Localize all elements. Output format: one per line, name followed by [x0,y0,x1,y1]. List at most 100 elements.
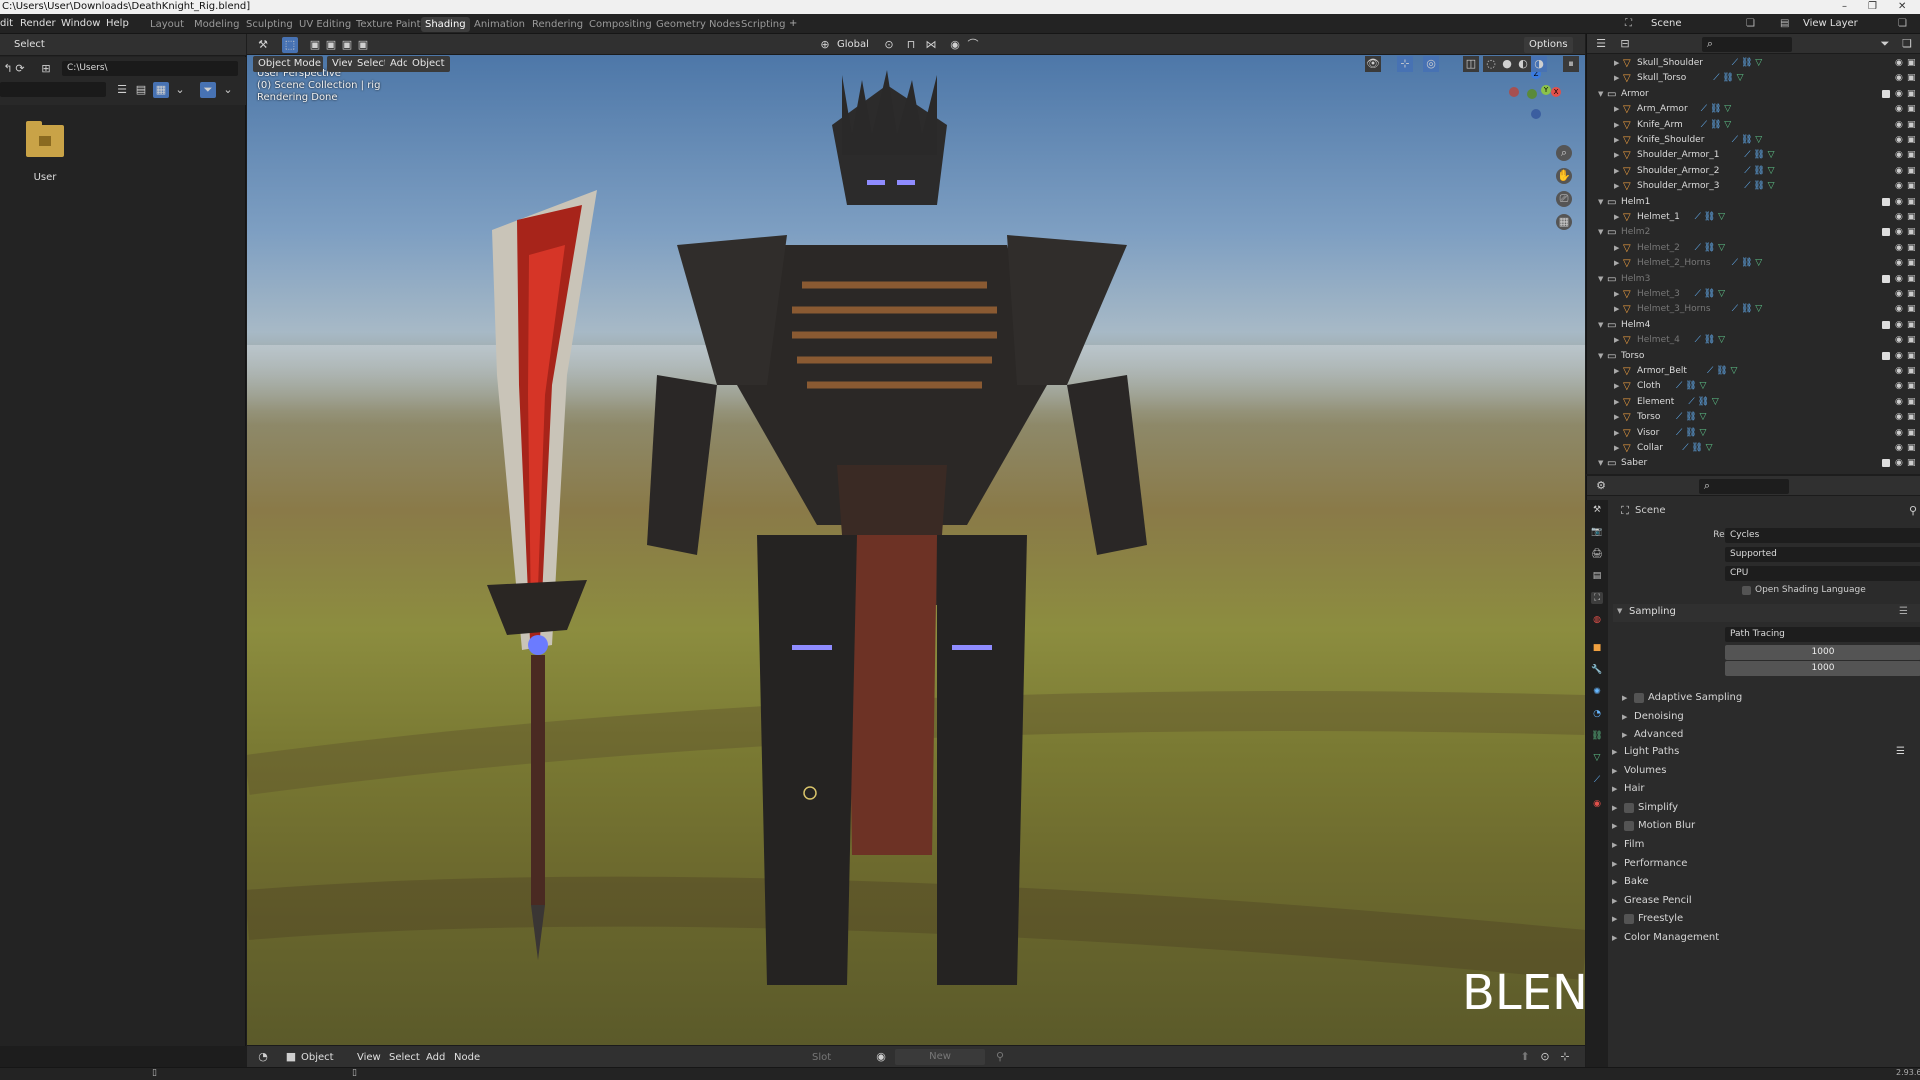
pause-render-icon[interactable]: ⏸ [1563,56,1579,72]
close-icon[interactable]: ✕ [1898,0,1906,14]
outliner-object-row[interactable]: ▶ ▽ Helmet_3 ⟋ ⛓ ▽ ◉ ▣ [1587,287,1920,302]
modifier-icons[interactable]: ⟋ ⛓ ▽ [1732,56,1762,71]
camera-render-icon[interactable]: ▣ [1907,318,1916,333]
expand-toggle-icon[interactable]: ▶ [1614,179,1619,194]
camera-render-icon[interactable]: ▣ [1907,364,1916,379]
proportional-edit-icon[interactable]: ◉ [947,37,963,53]
data-tab-icon[interactable]: ▽ [1591,752,1603,764]
filter-dropdown-icon[interactable]: ⌄ [220,82,236,98]
sampling-subpanel[interactable]: ▶ Advanced [1622,726,1920,744]
properties-subpanel[interactable]: ▶ Hair [1612,780,1920,798]
collection-exclude-checkbox[interactable] [1882,320,1890,329]
panel-enable-checkbox[interactable] [1624,821,1634,832]
snap-target-icon[interactable]: ⋈ [923,37,939,53]
camera-view-icon[interactable]: ⎚ [1556,191,1572,207]
overlay-toggle-icon[interactable]: ◎ [1423,56,1439,72]
camera-render-icon[interactable]: ▣ [1907,102,1916,117]
properties-subpanel[interactable]: ▶ Color Management [1612,929,1920,947]
outliner-object-row[interactable]: ▶ ▽ Shoulder_Armor_1 ⟋ ⛓ ▽ ◉ ▣ [1587,148,1920,163]
render-engine-dropdown[interactable]: Cycles [1725,528,1920,543]
camera-render-icon[interactable]: ▣ [1907,379,1916,394]
eye-icon[interactable]: ◉ [1895,410,1903,425]
modifier-icons[interactable]: ⟋ ⛓ ▽ [1744,148,1774,163]
camera-render-icon[interactable]: ▣ [1907,148,1916,163]
pivot-icon[interactable]: ⊙ [881,37,897,53]
new-scene-icon[interactable]: ❏ [1746,17,1755,31]
camera-render-icon[interactable]: ▣ [1907,333,1916,348]
viewport-samples-field[interactable]: 1000 [1725,661,1920,676]
properties-editor-icon[interactable]: ⚙ [1593,478,1609,494]
eye-icon[interactable]: ◉ [1895,133,1903,148]
collection-exclude-checkbox[interactable] [1882,89,1890,98]
expand-toggle-icon[interactable]: ▶ [1614,256,1619,271]
eye-icon[interactable]: ◉ [1895,118,1903,133]
outliner-object-row[interactable]: ▶ ▽ Visor ⟋ ⛓ ▽ ◉ ▣ [1587,426,1920,441]
modifier-icons[interactable]: ⟋ ⛓ ▽ [1732,302,1762,317]
expand-toggle-icon[interactable]: ▼ [1598,225,1603,240]
world-tab-icon[interactable]: ◍ [1591,614,1603,626]
panel-enable-checkbox[interactable] [1624,802,1634,813]
expand-toggle-icon[interactable]: ▶ [1614,441,1619,456]
expand-toggle-icon[interactable]: ▼ [1598,349,1603,364]
editor-type-icon[interactable]: ⚒ [255,37,271,53]
expand-toggle-icon[interactable]: ▼ [1598,87,1603,102]
collection-exclude-checkbox[interactable] [1882,228,1890,237]
tab-compositing[interactable]: Compositing [585,17,656,32]
object-mode-dropdown[interactable]: Object Mode [253,56,323,72]
select-subtract-icon[interactable]: ▣ [339,37,355,53]
outliner-object-row[interactable]: ▶ ▽ Skull_Torso ⟋ ⛓ ▽ ◉ ▣ [1587,71,1920,86]
maximize-icon[interactable]: ❐ [1868,0,1877,14]
outliner-object-row[interactable]: ▶ ▽ Helmet_2_Horns ⟋ ⛓ ▽ ◉ ▣ [1587,256,1920,271]
camera-render-icon[interactable]: ▣ [1907,179,1916,194]
expand-toggle-icon[interactable]: ▶ [1614,287,1619,302]
outliner-collection-row[interactable]: ▼ ▭ Saber ◉ ▣ [1587,456,1920,471]
expand-toggle-icon[interactable]: ▶ [1614,410,1619,425]
outliner-object-row[interactable]: ▶ ▽ Shoulder_Armor_3 ⟋ ⛓ ▽ ◉ ▣ [1587,179,1920,194]
modifier-icons[interactable]: ⟋ ⛓ ▽ [1688,395,1718,410]
solid-shading-icon[interactable]: ● [1499,56,1515,72]
overlay-node-icon[interactable]: ⊹ [1557,1049,1573,1065]
outliner-object-row[interactable]: ▶ ▽ Knife_Shoulder ⟋ ⛓ ▽ ◉ ▣ [1587,133,1920,148]
shader-editor-type-icon[interactable]: ◔ [255,1049,271,1065]
expand-toggle-icon[interactable]: ▶ [1614,133,1619,148]
expand-toggle-icon[interactable]: ▼ [1598,318,1603,333]
modifier-tab-icon[interactable]: 🔧 [1591,664,1603,676]
modifier-icons[interactable]: ⟋ ⛓ ▽ [1732,133,1762,148]
expand-toggle-icon[interactable]: ▶ [1614,302,1619,317]
eye-icon[interactable]: ◉ [1895,333,1903,348]
eye-icon[interactable]: ◉ [1895,179,1903,194]
eye-icon[interactable]: ◉ [1895,426,1903,441]
eye-icon[interactable]: ◉ [1895,164,1903,179]
eye-icon[interactable]: ◉ [1895,349,1903,364]
minimize-icon[interactable]: – [1842,0,1847,14]
eye-icon[interactable]: ◉ [1895,195,1903,210]
outliner-collection-row[interactable]: ▼ ▭ Helm2 ◉ ▣ [1587,225,1920,240]
collection-exclude-checkbox[interactable] [1882,197,1890,206]
file-filter-input[interactable] [0,82,106,97]
shader-menu-add[interactable]: Add [426,1051,445,1065]
select-extend-icon[interactable]: ▣ [323,37,339,53]
scene-name[interactable]: Scene [1651,17,1682,31]
view-layer-tab-icon[interactable]: ▤ [1591,570,1603,582]
camera-render-icon[interactable]: ▣ [1907,133,1916,148]
grid-view-icon[interactable]: ▦ [153,82,169,98]
tab-sculpting[interactable]: Sculpting [242,17,297,32]
outliner-object-row[interactable]: ▶ ▽ Helmet_2 ⟋ ⛓ ▽ ◉ ▣ [1587,241,1920,256]
falloff-icon[interactable]: ⌒ [965,37,981,53]
outliner-collection-row[interactable]: ▼ ▭ Torso ◉ ▣ [1587,349,1920,364]
xray-icon[interactable]: ◫ [1463,56,1479,72]
outliner-filter-icon[interactable]: ⏷ [1877,36,1893,52]
eye-icon[interactable]: ◉ [1895,148,1903,163]
rendered-shading-icon[interactable]: ◑ [1531,56,1547,72]
thumb-list-icon[interactable]: ▤ [133,82,149,98]
camera-render-icon[interactable]: ▣ [1907,410,1916,425]
pin-icon[interactable]: ⚲ [1905,503,1920,519]
menu-render[interactable]: Render [20,17,56,31]
navigation-gizmo[interactable]: Z Y X [1505,67,1565,127]
list-view-icon[interactable]: ☰ [114,82,130,98]
folder-icon[interactable] [26,121,64,157]
properties-subpanel[interactable]: ▶ Freestyle [1612,910,1920,928]
outliner-object-row[interactable]: ▶ ▽ Arm_Armor ⟋ ⛓ ▽ ◉ ▣ [1587,102,1920,117]
outliner-object-row[interactable]: ▶ ▽ Armor_Belt ⟋ ⛓ ▽ ◉ ▣ [1587,364,1920,379]
modifier-icons[interactable]: ⟋ ⛓ ▽ [1682,441,1712,456]
